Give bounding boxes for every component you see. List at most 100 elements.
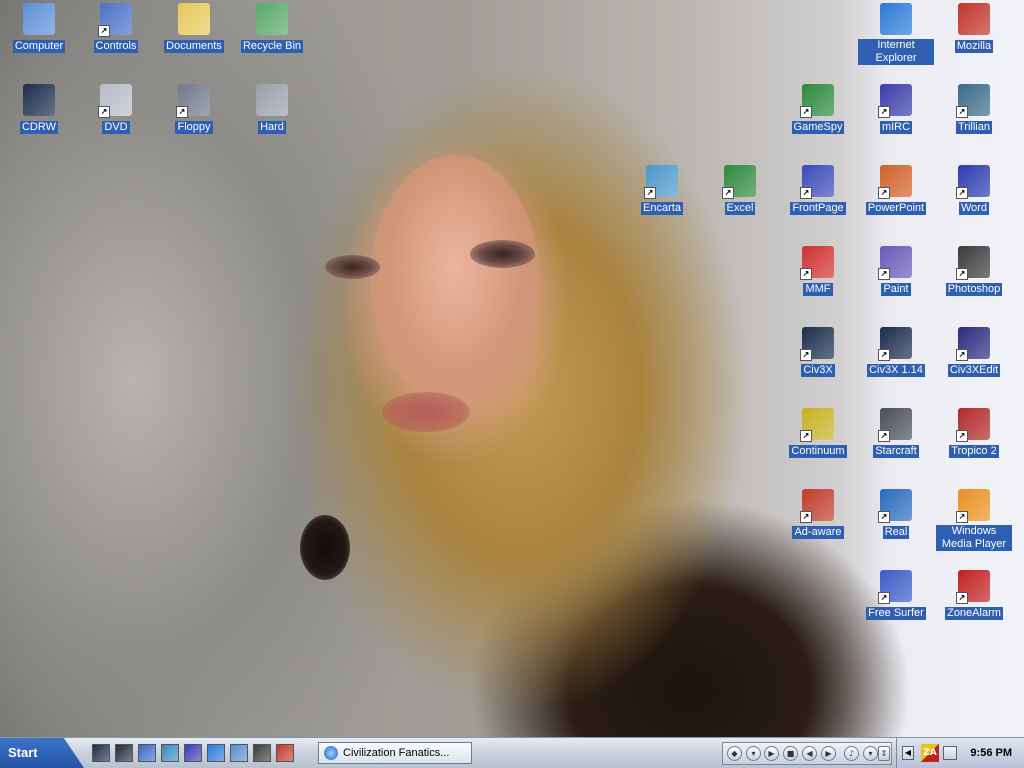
desktop-icon-continuum[interactable]: ↗ Continuum [780, 408, 856, 458]
desktop-icon-civ3x[interactable]: ↗ Civ3X [780, 327, 856, 377]
civ3x-quicklaunch-icon[interactable] [115, 744, 133, 762]
desktop-icon-hard-drive[interactable]: Hard [234, 84, 310, 134]
desktop-icon-dvd-drive[interactable]: ↗ DVD [78, 84, 154, 134]
desktop-icon-encarta[interactable]: ↗ Encarta [624, 165, 700, 215]
desktop-icon-label: Mozilla [954, 40, 994, 53]
desktop-icon-label: Real [882, 526, 910, 539]
control-panel-icon: ↗ [98, 3, 132, 37]
gamespy-icon: ↗ [800, 84, 834, 118]
zonealarm-tray-icon[interactable]: ZA [921, 744, 939, 762]
windows-media-logo-icon[interactable]: ◆ [727, 746, 742, 761]
desktop-icon-excel[interactable]: ↗ Excel [702, 165, 778, 215]
desktop-icon-recycle-bin[interactable]: Recycle Bin [234, 3, 310, 53]
frontpage-quicklaunch-icon[interactable] [138, 744, 156, 762]
desktop-icon-civ3-cdrw[interactable]: CDRW [1, 84, 77, 134]
show-hidden-icons-chevron-icon[interactable]: ◀ [902, 746, 914, 760]
encarta-icon: ↗ [644, 165, 678, 199]
desktop-icon-word[interactable]: ↗ Word [936, 165, 1012, 215]
desktop-icon-label: DVD [102, 121, 130, 134]
menu-chevron-icon[interactable]: ▾ [746, 746, 761, 761]
zonealarm-icon: ↗ [956, 570, 990, 604]
desktop-icon-mozilla[interactable]: Mozilla [936, 3, 1012, 53]
desktop-icon-folder[interactable]: Documents [156, 3, 232, 53]
internet-explorer-icon [324, 746, 338, 760]
shortcut-arrow-icon: ↗ [176, 106, 188, 118]
excel-icon: ↗ [722, 165, 756, 199]
clock[interactable]: 9:56 PM [970, 738, 1012, 768]
desktop-icon-frontpage[interactable]: ↗ FrontPage [780, 165, 856, 215]
continuum-icon: ↗ [800, 408, 834, 442]
tray-app-icon[interactable] [943, 746, 957, 760]
desktop-icon-my-computer[interactable]: Computer [1, 3, 77, 53]
desktop-icon-starcraft[interactable]: ↗ Starcraft [858, 408, 934, 458]
desktop-icon-label: Trillian [956, 121, 992, 134]
mmf-icon: ↗ [800, 246, 834, 280]
desktop-icon-gamespy[interactable]: ↗ GameSpy [780, 84, 856, 134]
shortcut-arrow-icon: ↗ [98, 25, 110, 37]
ad-aware-icon: ↗ [800, 489, 834, 523]
desktop-icon-label: Excel [724, 202, 756, 215]
shortcut-arrow-icon: ↗ [956, 349, 968, 361]
shortcut-arrow-icon: ↗ [878, 430, 890, 442]
mute-dropdown-icon[interactable]: ▾ [863, 746, 878, 761]
shortcut-arrow-icon: ↗ [878, 187, 890, 199]
desktop-icon-tropico[interactable]: ↗ Tropico 2 [936, 408, 1012, 458]
desktop-icon-label: Encarta [641, 202, 683, 215]
desktop-icon-ad-aware[interactable]: ↗ Ad-aware [780, 489, 856, 539]
shortcut-arrow-icon: ↗ [878, 268, 890, 280]
encarta-quicklaunch-icon[interactable] [161, 744, 179, 762]
desktop-icon-label: MMF [803, 283, 833, 296]
start-button[interactable]: Start [0, 738, 84, 768]
shortcut-arrow-icon: ↗ [800, 187, 812, 199]
folder-icon [178, 3, 210, 35]
frontpage-icon: ↗ [800, 165, 834, 199]
desktop-icon-windows-media-player[interactable]: ↗ Windows Media Player [936, 489, 1012, 551]
civ3-quicklaunch-icon[interactable] [92, 744, 110, 762]
desktop-icon-free-surfer[interactable]: ↗ Free Surfer [858, 570, 934, 620]
shortcut-arrow-icon: ↗ [956, 511, 968, 523]
photoshop-quicklaunch-icon[interactable] [253, 744, 271, 762]
internet-explorer-quicklaunch-icon[interactable] [207, 744, 225, 762]
desktop-icon-label: Documents [164, 40, 224, 53]
shortcut-arrow-icon: ↗ [800, 511, 812, 523]
desktop-icon-label: PowerPoint [865, 202, 927, 215]
civ3x-114-icon: ↗ [878, 327, 912, 361]
stop-icon[interactable]: ■ [783, 746, 798, 761]
desktop-icon-label: Computer [12, 40, 66, 53]
wallpaper-lips [382, 392, 470, 432]
desktop-icon-label: Free Surfer [866, 607, 926, 620]
shortcut-arrow-icon: ↗ [800, 349, 812, 361]
desktop-icon-mmf[interactable]: ↗ MMF [780, 246, 856, 296]
free-surfer-icon: ↗ [878, 570, 912, 604]
desktop-icon-powerpoint[interactable]: ↗ PowerPoint [858, 165, 934, 215]
tropico-quicklaunch-icon[interactable] [184, 744, 202, 762]
desktop-icon-paint[interactable]: ↗ Paint [858, 246, 934, 296]
desktop-icon-label: Floppy [175, 121, 213, 134]
desktop-icon-trillian[interactable]: ↗ Trillian [936, 84, 1012, 134]
taskbar-window-button[interactable]: Civilization Fanatics... [318, 742, 472, 764]
next-track-icon[interactable]: ▶ [821, 746, 836, 761]
desktop-icon-mirc[interactable]: ↗ mIRC [858, 84, 934, 134]
desktop-icon-internet-explorer[interactable]: Internet Explorer [858, 3, 934, 65]
previous-track-icon[interactable]: ◀ [802, 746, 817, 761]
desktop-icon-floppy-drive[interactable]: ↗ Floppy [156, 84, 232, 134]
desktop-icon-civ3xedit[interactable]: ↗ Civ3XEdit [936, 327, 1012, 377]
desktop-quicklaunch-icon[interactable] [230, 744, 248, 762]
desktop-icon-photoshop[interactable]: ↗ Photoshop [936, 246, 1012, 296]
desktop-icon-label: Controls [93, 40, 139, 53]
desktop-icon-control-panel[interactable]: ↗ Controls [78, 3, 154, 53]
shortcut-arrow-icon: ↗ [956, 106, 968, 118]
shortcut-arrow-icon: ↗ [878, 511, 890, 523]
tropico2-quicklaunch-icon[interactable] [276, 744, 294, 762]
photoshop-icon: ↗ [956, 246, 990, 280]
shortcut-arrow-icon: ↗ [956, 268, 968, 280]
desktop-icon-realplayer[interactable]: ↗ Real [858, 489, 934, 539]
desktop-icon-label: CDRW [19, 121, 58, 134]
play-icon[interactable]: ▶ [764, 746, 779, 761]
wallpaper-earring [300, 515, 350, 580]
volume-icon[interactable]: ♪ [844, 746, 859, 761]
shortcut-arrow-icon: ↗ [956, 592, 968, 604]
desktop-icon-zonealarm[interactable]: ↗ ZoneAlarm [936, 570, 1012, 620]
restore-player-icon[interactable]: ⇕ [878, 746, 890, 761]
desktop-icon-civ3x-114[interactable]: ↗ Civ3X 1.14 [858, 327, 934, 377]
